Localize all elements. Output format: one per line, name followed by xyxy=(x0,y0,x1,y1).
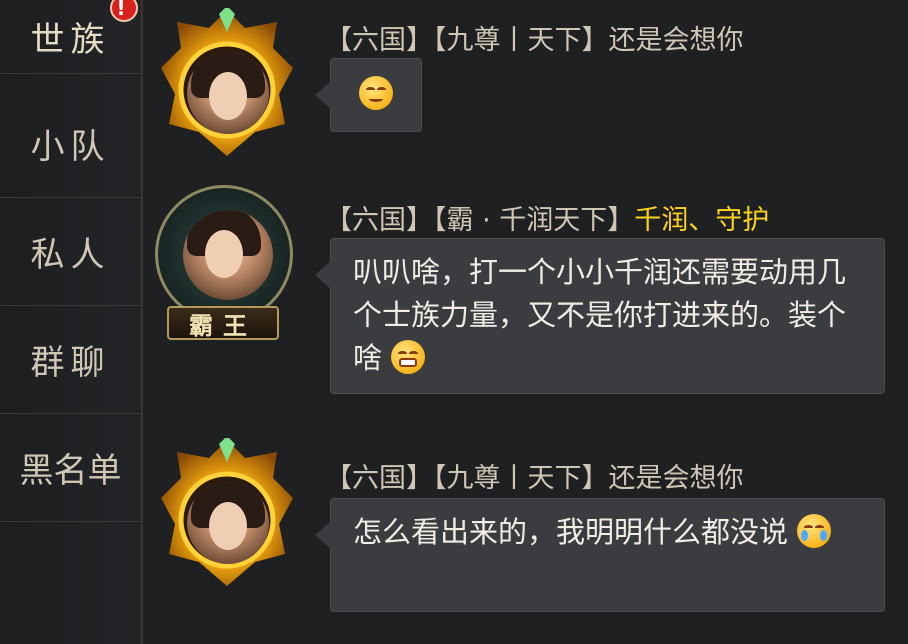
tab-label: 小队 xyxy=(30,127,111,167)
grin-emoji-icon xyxy=(391,340,426,374)
avatar[interactable] xyxy=(145,430,310,600)
avatar-title-plate: 霸王 xyxy=(167,306,279,340)
sender-name[interactable]: 【六国】【九尊丨天下】还是会想你 xyxy=(325,18,744,57)
chat-message-list: 【六国】【九尊丨天下】还是会想你 霸王 【六国】【霸 · 千润天下】千润、守护 … xyxy=(145,0,908,644)
sender-name[interactable]: 【六国】【九尊丨天下】还是会想你 xyxy=(325,456,744,495)
message-bubble[interactable]: 怎么看出来的，我明明什么都没说 xyxy=(315,498,885,612)
tab-label: 群聊 xyxy=(30,343,111,383)
cry-emoji-icon xyxy=(797,514,832,548)
notification-badge: ! xyxy=(110,0,138,22)
sender-name[interactable]: 【六国】【霸 · 千润天下】千润、守护 xyxy=(325,198,769,237)
tab-clan[interactable]: 世族 ! xyxy=(0,0,141,74)
tab-blacklist[interactable]: 黑名单 xyxy=(0,414,141,522)
tab-group-chat[interactable]: 群聊 xyxy=(0,306,141,414)
tab-label: 世族 xyxy=(30,20,111,60)
tab-private[interactable]: 私人 xyxy=(0,198,141,306)
avatar[interactable]: 霸王 xyxy=(145,180,310,350)
portrait-icon xyxy=(183,210,273,300)
avatar[interactable] xyxy=(145,0,310,170)
sender-highlight: 千润、守护 xyxy=(634,205,770,236)
message-bubble[interactable]: 叭叭啥，打一个小小千润还需要动用几个士族力量，又不是你打进来的。装个啥 xyxy=(315,238,885,394)
tab-label: 私人 xyxy=(30,235,111,275)
sender-prefix: 【六国】【霸 · 千润天下】 xyxy=(325,205,635,236)
tab-team[interactable]: 小队 xyxy=(0,90,141,198)
message-text: 怎么看出来的，我明明什么都没说 xyxy=(353,515,789,549)
portrait-icon xyxy=(187,52,269,134)
tab-label: 黑名单 xyxy=(19,451,122,491)
portrait-icon xyxy=(187,482,269,564)
message-text: 叭叭啥，打一个小小千润还需要动用几个士族力量，又不是你打进来的。装个啥 xyxy=(353,255,847,375)
smile-emoji-icon xyxy=(359,76,393,110)
message-bubble[interactable] xyxy=(315,58,422,132)
chat-channel-sidebar: 世族 ! 小队 私人 群聊 黑名单 xyxy=(0,0,143,644)
